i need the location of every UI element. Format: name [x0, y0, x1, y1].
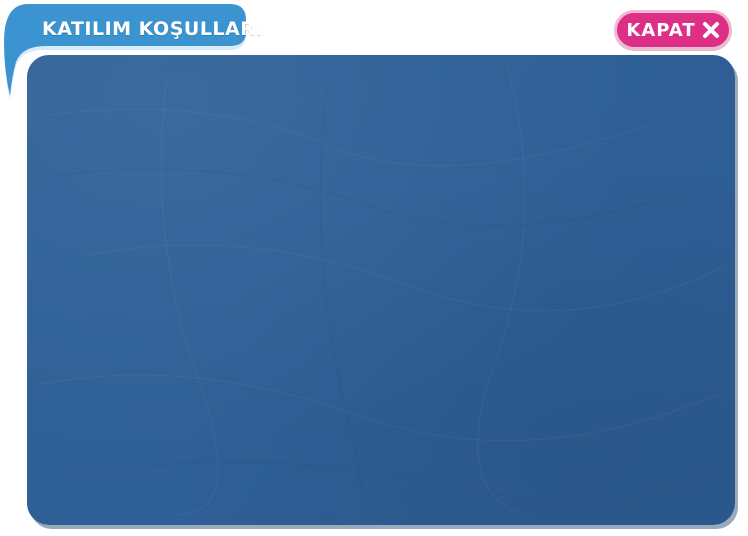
- page-title: KATILIM KOŞULLARI: [42, 18, 263, 40]
- participation-terms-dialog: KATILIM KOŞULLARI KAPAT: [0, 0, 748, 536]
- content-panel: [27, 55, 735, 525]
- close-button[interactable]: KAPAT: [614, 10, 732, 50]
- panel-texture: [27, 55, 735, 525]
- close-icon: [702, 21, 720, 39]
- close-button-label: KAPAT: [626, 19, 696, 41]
